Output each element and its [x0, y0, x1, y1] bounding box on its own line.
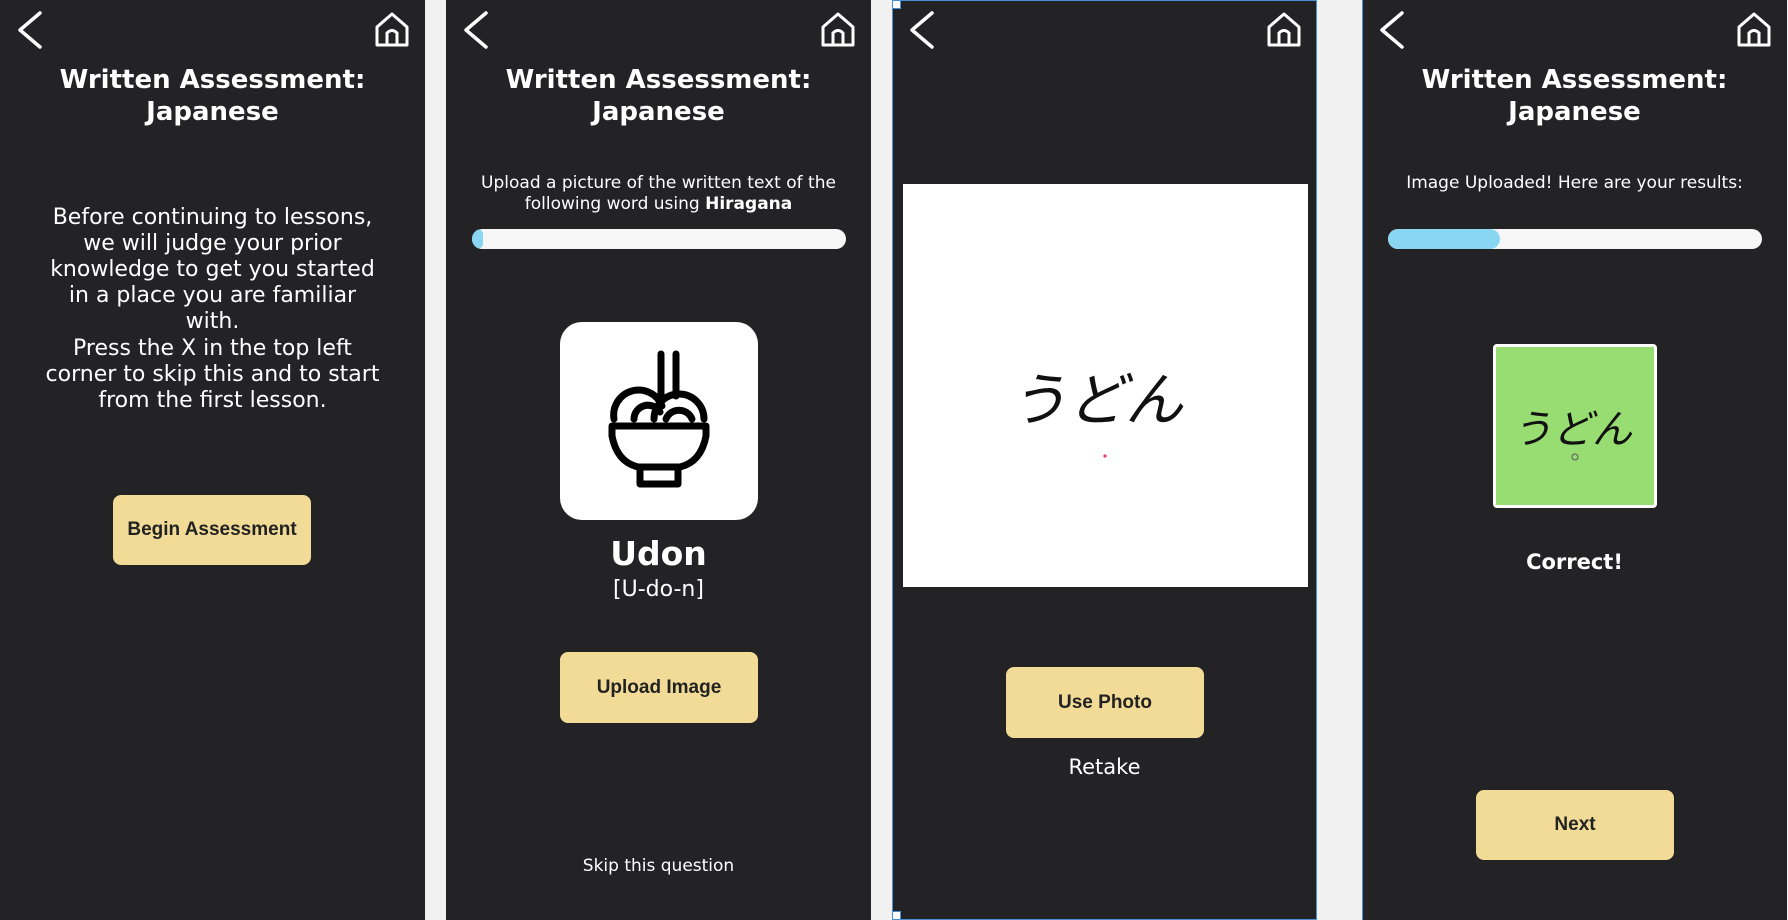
home-icon[interactable] — [819, 10, 857, 48]
page-title: Written Assessment: Japanese — [1421, 65, 1728, 127]
chevron-left-icon[interactable] — [1376, 10, 1408, 50]
home-icon[interactable] — [1735, 10, 1773, 48]
progress-fill — [1388, 229, 1501, 249]
captured-photo: うどん — [903, 184, 1308, 587]
upload-image-button[interactable]: Upload Image — [560, 652, 758, 723]
question-screen: Written Assessment: Japanese Upload a pi… — [446, 0, 871, 920]
page-title: Written Assessment: Japanese — [59, 65, 366, 127]
result-screen: Written Assessment: Japanese Image Uploa… — [1362, 0, 1787, 920]
use-photo-button[interactable]: Use Photo — [1006, 667, 1204, 738]
begin-assessment-button[interactable]: Begin Assessment — [113, 495, 311, 565]
photo-preview-screen: うどん Use Photo Retake — [892, 0, 1317, 920]
instruction-script: Hiragana — [705, 194, 793, 214]
upload-status: Image Uploaded! Here are your results: — [1406, 173, 1743, 193]
chevron-left-icon[interactable] — [906, 10, 938, 50]
result-thumbnail: うどん — [1493, 344, 1657, 508]
chevron-left-icon[interactable] — [14, 10, 46, 50]
noodle-bowl-icon — [604, 344, 714, 498]
page-title: Written Assessment: Japanese — [505, 65, 812, 127]
progress-bar — [472, 229, 846, 249]
home-icon[interactable] — [1265, 10, 1303, 48]
home-icon[interactable] — [373, 10, 411, 48]
skip-instructions: Press the X in the top left corner to sk… — [45, 336, 380, 413]
word-label: Udon — [610, 534, 707, 573]
intro-text: Before continuing to lessons, we will ju… — [50, 205, 375, 334]
word-reading: [U-do-n] — [613, 577, 704, 602]
skip-question-link[interactable]: Skip this question — [446, 855, 871, 877]
word-image-card — [560, 322, 758, 520]
assessment-intro-screen: Written Assessment: Japanese Before cont… — [0, 0, 425, 920]
selection-handle — [892, 911, 901, 920]
progress-bar — [1388, 229, 1762, 249]
result-verdict: Correct! — [1526, 550, 1623, 574]
instruction-text: Upload a picture of the written text of … — [474, 173, 843, 215]
handwriting-image: うどん — [1009, 366, 1184, 458]
retake-link[interactable]: Retake — [892, 753, 1317, 781]
handwriting-text: うどん — [1512, 407, 1633, 453]
next-button[interactable]: Next — [1476, 790, 1674, 860]
handwriting-image: うどん — [1512, 407, 1633, 461]
selection-handle — [892, 0, 901, 9]
progress-fill — [472, 229, 484, 249]
handwriting-text: うどん — [1009, 366, 1184, 434]
chevron-left-icon[interactable] — [460, 10, 492, 50]
